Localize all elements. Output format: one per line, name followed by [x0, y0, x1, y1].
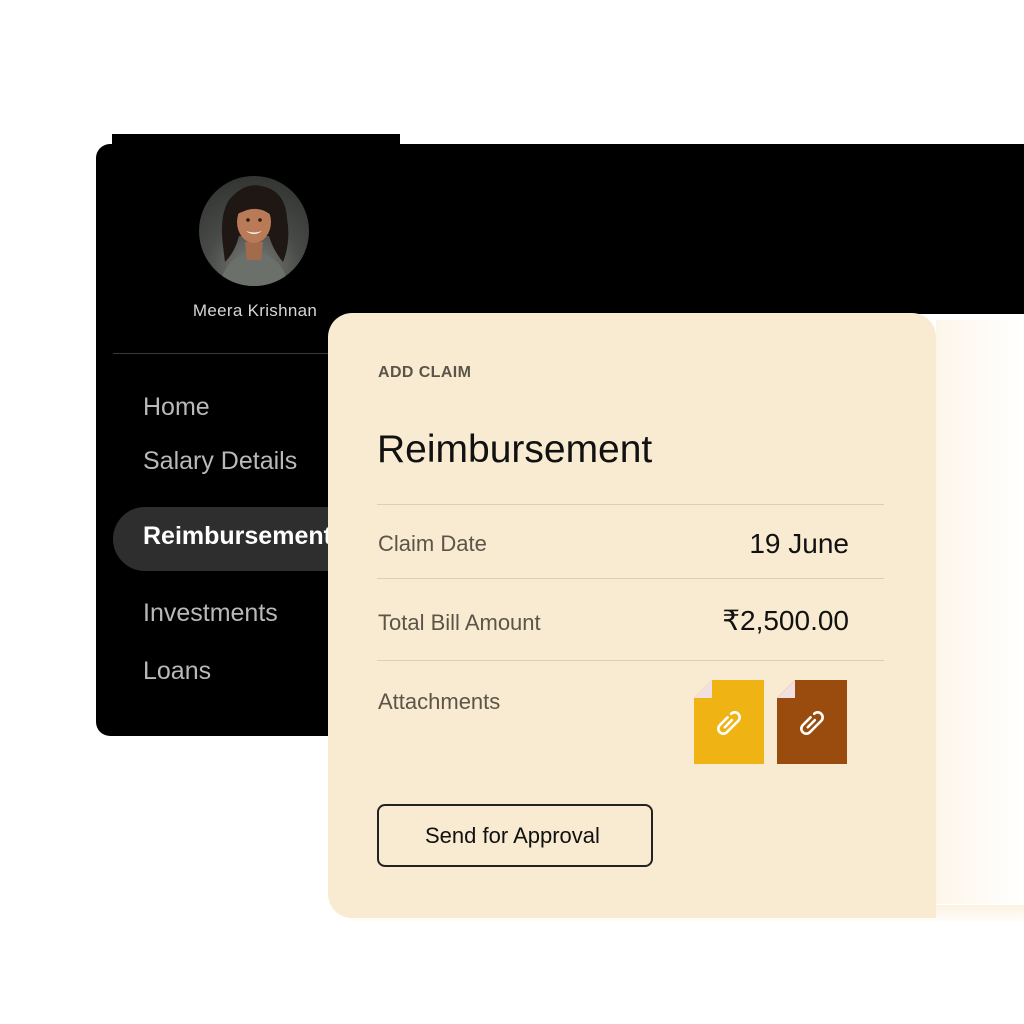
send-for-approval-button[interactable]: Send for Approval: [377, 804, 653, 867]
paperclip-icon: [694, 680, 764, 764]
card-title: Reimbursement: [377, 428, 653, 471]
sidebar-item-label: Reimbursements: [143, 522, 346, 550]
total-bill-amount-label: Total Bill Amount: [378, 610, 541, 635]
avatar[interactable]: [199, 176, 309, 286]
paperclip-icon: [777, 680, 847, 764]
divider: [377, 504, 884, 505]
sidebar-item-salary-details[interactable]: Salary Details: [143, 447, 297, 476]
sidebar-item-investments[interactable]: Investments: [143, 599, 278, 628]
claim-date-value[interactable]: 19 June: [749, 528, 849, 560]
divider: [377, 578, 884, 579]
header-backdrop: [400, 144, 1024, 314]
card-shadow: [936, 320, 1024, 904]
card-eyebrow: ADD CLAIM: [378, 364, 472, 381]
user-photo-icon: [219, 185, 289, 286]
attachments-label: Attachments: [378, 689, 501, 714]
attachment-file[interactable]: [777, 680, 847, 764]
attachment-file[interactable]: [694, 680, 764, 764]
sidebar-item-home[interactable]: Home: [143, 393, 210, 422]
divider: [377, 660, 884, 661]
user-name: Meera Krishnan: [192, 301, 318, 320]
total-bill-amount-value[interactable]: ₹2,500.00: [722, 604, 849, 637]
claim-date-label: Claim Date: [378, 531, 487, 556]
sidebar-item-loans[interactable]: Loans: [143, 657, 211, 686]
